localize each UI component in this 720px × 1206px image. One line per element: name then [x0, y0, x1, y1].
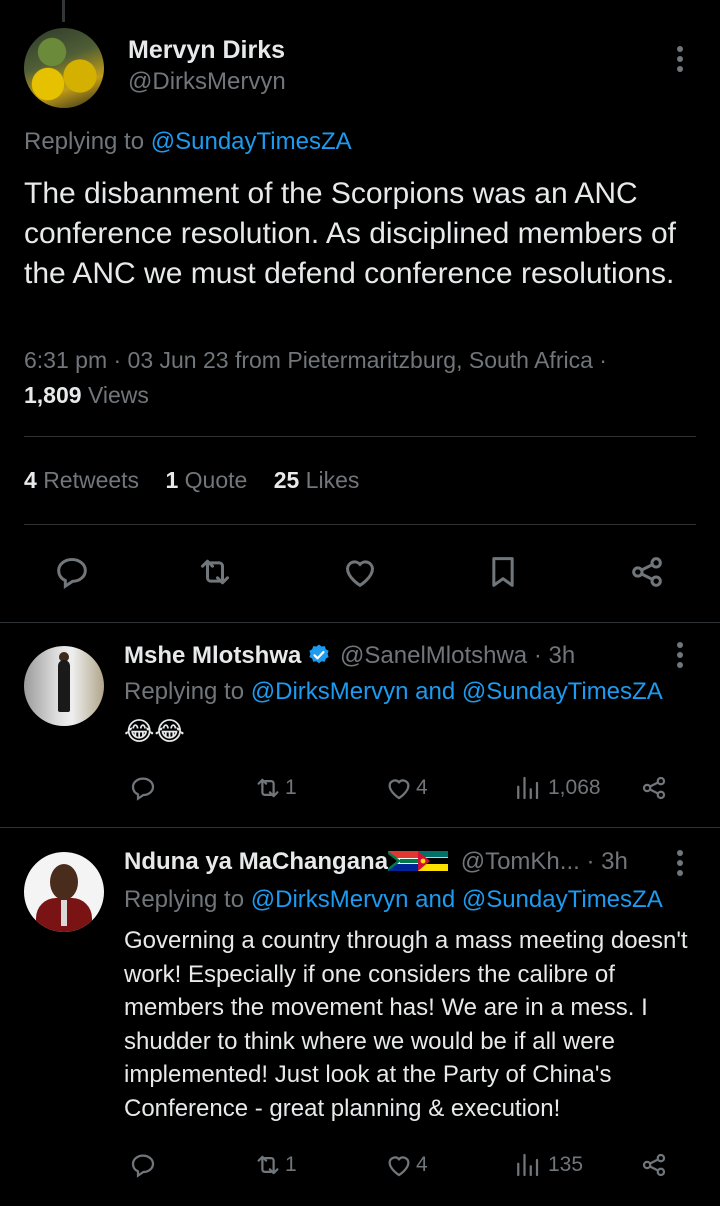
- retweet-icon[interactable]: [193, 550, 237, 594]
- reply-icon: [131, 777, 155, 801]
- retweet-button[interactable]: 1: [253, 1145, 297, 1185]
- timestamp[interactable]: · 3h: [534, 642, 575, 669]
- replying-to-link[interactable]: @DirksMervyn and @SundayTimesZA: [251, 886, 663, 913]
- author-handle[interactable]: @DirksMervyn: [128, 68, 286, 96]
- more-options-icon[interactable]: [668, 44, 692, 74]
- like-icon: [388, 1156, 410, 1177]
- tweet-text: The disbanment of the Scorpions was an A…: [24, 177, 677, 290]
- author-name[interactable]: Mervyn Dirks: [128, 36, 285, 65]
- verified-badge-icon: [309, 644, 329, 664]
- views-icon: [517, 776, 539, 800]
- likes-stat[interactable]: 25 Likes: [274, 467, 360, 493]
- author-name[interactable]: Mshe Mlotshwa: [124, 642, 301, 669]
- reply-header: Mshe Mlotshwa @SanelMlotshwa · 3h: [124, 642, 575, 670]
- timestamp[interactable]: · 3h: [586, 848, 627, 875]
- avatar[interactable]: [24, 28, 104, 108]
- reply-tweet[interactable]: Mshe Mlotshwa @SanelMlotshwa · 3h Replyi…: [0, 622, 720, 826]
- author-handle[interactable]: @SanelMlotshwa: [340, 642, 527, 669]
- tweet-meta: 6:31 pm · 03 Jun 23 from Pietermaritzbur…: [24, 347, 607, 373]
- south-africa-flag-icon: [388, 851, 419, 871]
- divider: [24, 436, 696, 437]
- reply-text: 😂😂: [124, 716, 185, 746]
- share-icon: [642, 1153, 666, 1177]
- views-count: 135: [548, 1153, 584, 1176]
- views-icon: [517, 1153, 539, 1177]
- views-number: 1,809: [24, 382, 82, 408]
- reply-button[interactable]: [128, 768, 158, 808]
- avatar[interactable]: [24, 646, 104, 726]
- share-icon: [642, 776, 666, 800]
- share-icon[interactable]: [625, 550, 669, 594]
- views-count: 1,068: [548, 776, 601, 799]
- avatar[interactable]: [24, 852, 104, 932]
- mozambique-flag-icon: [418, 851, 449, 871]
- retweet-icon: [257, 1155, 279, 1175]
- like-button[interactable]: 4: [384, 768, 428, 808]
- replying-to: Replying to @SundayTimesZA: [24, 128, 352, 156]
- replying-to-link[interactable]: @DirksMervyn and @SundayTimesZA: [251, 678, 663, 705]
- like-icon: [388, 779, 410, 800]
- reply-icon[interactable]: [50, 550, 94, 594]
- divider: [24, 524, 696, 525]
- more-options-icon[interactable]: [668, 640, 692, 670]
- like-button[interactable]: 4: [384, 1145, 428, 1185]
- reply-button[interactable]: [128, 1145, 158, 1185]
- quotes-stat[interactable]: 1 Quote: [165, 467, 247, 493]
- reply-tweet[interactable]: Nduna ya MaChangana @TomKh... · 3h Reply…: [0, 828, 720, 1206]
- retweet-count: 1: [285, 776, 297, 799]
- reply-icon: [131, 1154, 155, 1178]
- reply-header: Nduna ya MaChangana @TomKh... · 3h: [124, 848, 628, 876]
- retweet-button[interactable]: 1: [253, 768, 297, 808]
- reply-text: Governing a country through a mass meeti…: [124, 927, 688, 1122]
- like-icon[interactable]: [338, 550, 382, 594]
- replying-to-link[interactable]: @SundayTimesZA: [151, 128, 352, 155]
- share-button[interactable]: [639, 1145, 669, 1185]
- main-tweet: Mervyn Dirks @DirksMervyn Replying to @S…: [0, 0, 720, 623]
- like-count: 4: [416, 776, 428, 799]
- share-button[interactable]: [639, 768, 669, 808]
- author-name[interactable]: Nduna ya MaChangana: [124, 848, 388, 875]
- bookmark-icon[interactable]: [481, 550, 525, 594]
- replying-to: Replying to @DirksMervyn and @SundayTime…: [124, 886, 663, 914]
- views-count[interactable]: 1,809 Views: [24, 382, 149, 409]
- views-button[interactable]: 1,068: [512, 768, 601, 808]
- replying-prefix: Replying to: [124, 678, 245, 705]
- retweets-stat[interactable]: 4 Retweets: [24, 467, 139, 493]
- retweet-icon: [257, 778, 279, 798]
- replying-prefix: Replying to: [24, 128, 145, 155]
- retweet-count: 1: [285, 1153, 297, 1176]
- views-label: Views: [87, 382, 149, 408]
- views-button[interactable]: 135: [512, 1145, 583, 1185]
- engagement-stats: 4 Retweets 1 Quote 25 Likes: [24, 467, 379, 494]
- more-options-icon[interactable]: [668, 848, 692, 878]
- like-count: 4: [416, 1153, 428, 1176]
- replying-to: Replying to @DirksMervyn and @SundayTime…: [124, 678, 663, 706]
- replying-prefix: Replying to: [124, 886, 245, 913]
- author-handle[interactable]: @TomKh...: [461, 848, 580, 875]
